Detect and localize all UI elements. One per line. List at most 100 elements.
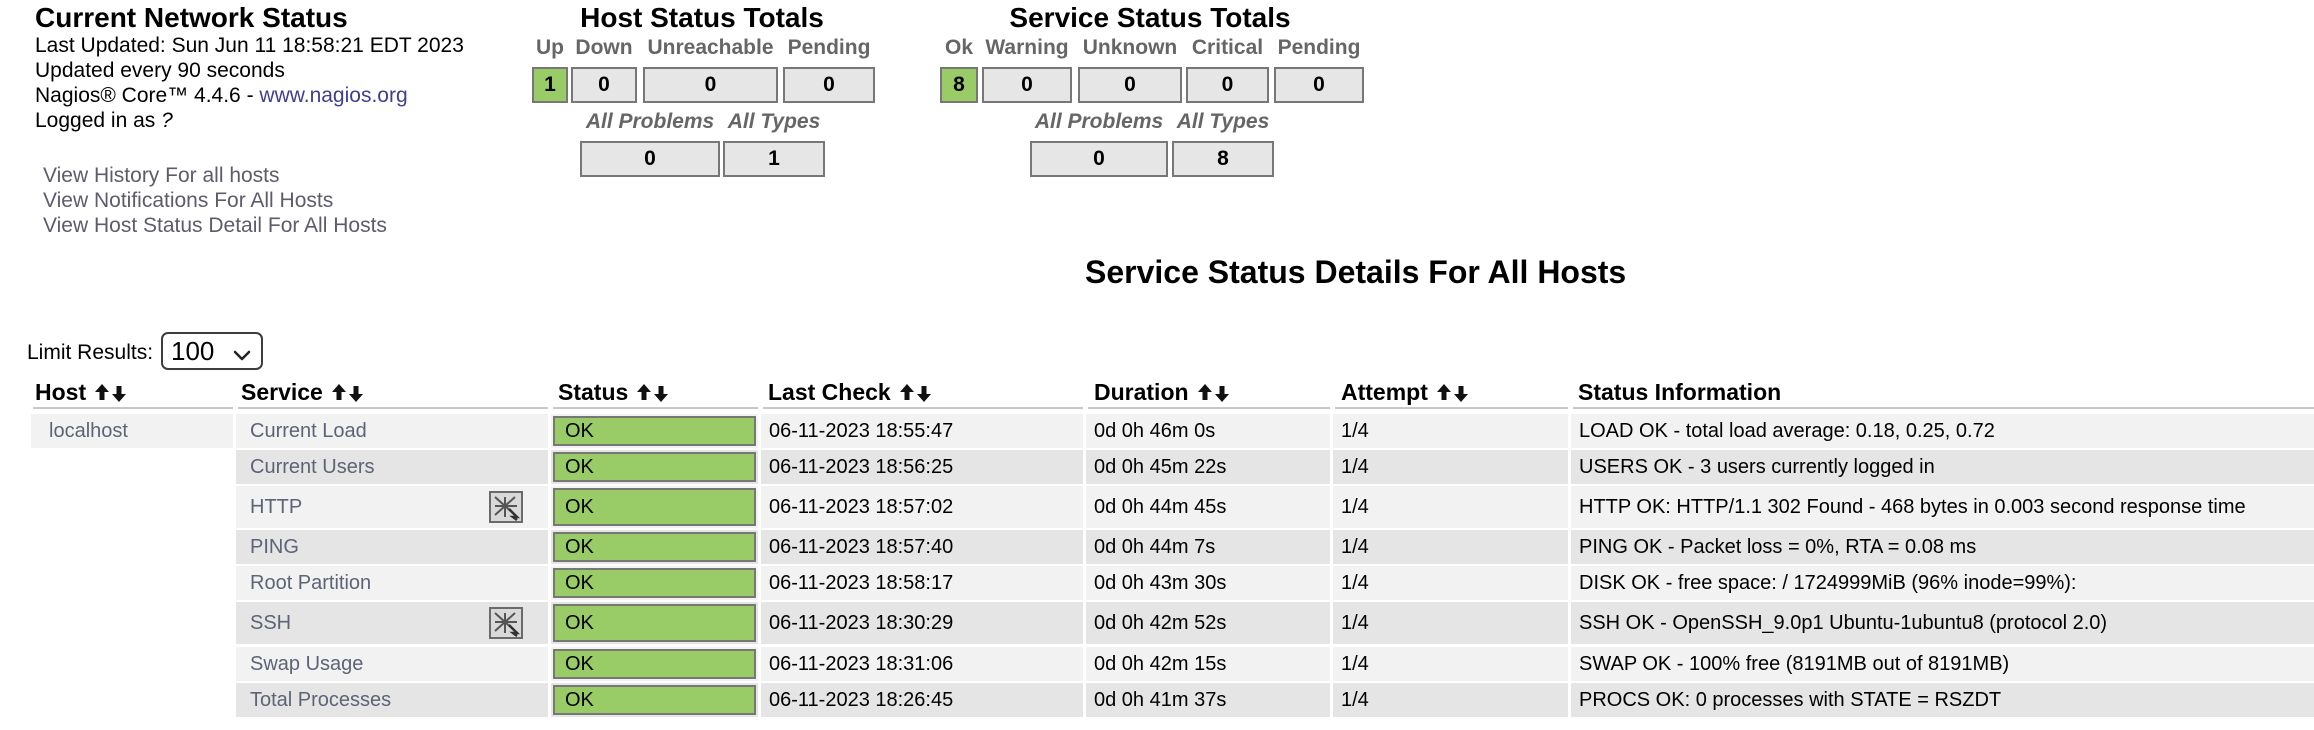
limit-results-select[interactable]: 100: [161, 332, 263, 370]
sort-descending-icon[interactable]: [111, 383, 127, 403]
column-header-service: Service: [241, 379, 364, 406]
service-link[interactable]: Root Partition: [250, 572, 371, 595]
attempt-cell: 1/4: [1333, 486, 1568, 528]
column-header-status: Status: [558, 379, 669, 406]
last-check-cell: 06-11-2023 18:55:47: [761, 414, 1083, 448]
attempt-cell: 1/4: [1333, 683, 1568, 717]
status-sort-controls: [636, 383, 669, 403]
sort-descending-icon[interactable]: [1453, 383, 1469, 403]
sort-ascending-icon[interactable]: [1436, 383, 1452, 403]
service-warning-count[interactable]: 0: [982, 67, 1072, 103]
service-link-icon[interactable]: [489, 491, 523, 523]
last-check-cell: 06-11-2023 18:57:02: [761, 486, 1083, 528]
service-cell: Current Load: [236, 414, 548, 448]
sort-ascending-icon[interactable]: [636, 383, 652, 403]
duration-cell: 0d 0h 43m 30s: [1086, 566, 1330, 600]
last-check-cell: 06-11-2023 18:26:45: [761, 683, 1083, 717]
duration-cell: 0d 0h 45m 22s: [1086, 450, 1330, 484]
duration-cell: 0d 0h 42m 52s: [1086, 602, 1330, 644]
status-badge: OK: [553, 532, 756, 562]
host-link-localhost[interactable]: localhost: [31, 414, 233, 448]
service-ok-count[interactable]: 8: [940, 67, 978, 103]
product-name: Nagios® Core™ 4.4.6 -: [35, 84, 260, 107]
attempt-cell: 1/4: [1333, 647, 1568, 681]
service-link[interactable]: SSH: [250, 612, 291, 635]
sort-descending-icon[interactable]: [348, 383, 364, 403]
status-badge: OK: [553, 452, 756, 482]
service-link[interactable]: HTTP: [250, 496, 302, 519]
status-information-cell: SSH OK - OpenSSH_9.0p1 Ubuntu-1ubuntu8 (…: [1571, 602, 2314, 644]
header-divider: [1573, 407, 2314, 409]
service-link[interactable]: Current Load: [250, 420, 367, 443]
header-divider: [1088, 407, 1330, 409]
sort-descending-icon[interactable]: [1214, 383, 1230, 403]
status-information-cell: DISK OK - free space: / 1724999MiB (96% …: [1571, 566, 2314, 600]
status-information-cell: USERS OK - 3 users currently logged in: [1571, 450, 2314, 484]
service-cell: PING: [236, 530, 548, 564]
service-all-types-header: All Types: [1176, 110, 1270, 133]
sort-ascending-icon[interactable]: [331, 383, 347, 403]
service-pending-header: Pending: [1277, 36, 1361, 59]
host-down-count[interactable]: 0: [571, 67, 637, 103]
duration-sort-controls: [1197, 383, 1230, 403]
sort-descending-icon[interactable]: [916, 383, 932, 403]
service-link-icon[interactable]: [489, 607, 523, 639]
attempt-cell: 1/4: [1333, 450, 1568, 484]
sort-descending-icon[interactable]: [653, 383, 669, 403]
duration-cell: 0d 0h 46m 0s: [1086, 414, 1330, 448]
host-all-problems-header: All Problems: [585, 110, 715, 133]
logged-in: Logged in as ?: [35, 108, 173, 133]
service-all-problems-count[interactable]: 0: [1030, 141, 1168, 177]
attempt-sort-controls: [1436, 383, 1469, 403]
header-divider: [763, 407, 1083, 409]
service-all-types-count[interactable]: 8: [1172, 141, 1274, 177]
column-header-duration: Duration: [1094, 379, 1230, 406]
host-all-types-count[interactable]: 1: [723, 141, 825, 177]
service-unknown-count[interactable]: 0: [1078, 67, 1182, 103]
status-badge: OK: [553, 685, 756, 715]
duration-cell: 0d 0h 42m 15s: [1086, 647, 1330, 681]
attempt-cell: 1/4: [1333, 566, 1568, 600]
host-unreachable-header: Unreachable: [647, 36, 774, 59]
service-link[interactable]: Current Users: [250, 456, 374, 479]
host-pending-count[interactable]: 0: [783, 67, 875, 103]
attempt-cell: 1/4: [1333, 414, 1568, 448]
sort-ascending-icon[interactable]: [899, 383, 915, 403]
last-check-cell: 06-11-2023 18:56:25: [761, 450, 1083, 484]
host-unreachable-count[interactable]: 0: [643, 67, 778, 103]
service-status-totals-title: Service Status Totals: [1009, 2, 1291, 33]
column-header-last-check: Last Check: [768, 379, 932, 406]
status-information-cell: PROCS OK: 0 processes with STATE = RSZDT: [1571, 683, 2314, 717]
view-notifications-link[interactable]: View Notifications For All Hosts: [43, 188, 333, 213]
host-pending-header: Pending: [787, 36, 871, 59]
product-version: Nagios® Core™ 4.4.6 - www.nagios.org: [35, 83, 408, 108]
host-sort-controls: [94, 383, 127, 403]
service-cell: Total Processes: [236, 683, 548, 717]
sort-ascending-icon[interactable]: [1197, 383, 1213, 403]
page-title: Current Network Status: [35, 2, 348, 33]
host-all-problems-count[interactable]: 0: [580, 141, 720, 177]
header-divider: [238, 407, 548, 409]
service-link[interactable]: Total Processes: [250, 689, 391, 712]
duration-cell: 0d 0h 41m 37s: [1086, 683, 1330, 717]
status-information-cell: SWAP OK - 100% free (8191MB out of 8191M…: [1571, 647, 2314, 681]
view-history-link[interactable]: View History For all hosts: [43, 163, 280, 188]
sort-ascending-icon[interactable]: [94, 383, 110, 403]
service-link[interactable]: PING: [250, 536, 299, 559]
service-pending-count[interactable]: 0: [1274, 67, 1364, 103]
host-status-totals-title: Host Status Totals: [580, 2, 824, 33]
status-information-cell: HTTP OK: HTTP/1.1 302 Found - 468 bytes …: [1571, 486, 2314, 528]
service-link[interactable]: Swap Usage: [250, 653, 363, 676]
header-divider: [1335, 407, 1568, 409]
service-critical-count[interactable]: 0: [1186, 67, 1269, 103]
host-up-count[interactable]: 1: [532, 67, 568, 103]
status-information-cell: LOAD OK - total load average: 0.18, 0.25…: [1571, 414, 2314, 448]
nagios-link[interactable]: www.nagios.org: [259, 84, 407, 107]
last-check-sort-controls: [899, 383, 932, 403]
logged-in-user: ?: [161, 109, 173, 132]
column-header-status-information: Status Information: [1578, 379, 1782, 405]
header-divider: [553, 407, 758, 409]
host-up-header: Up: [536, 36, 564, 59]
view-host-status-link[interactable]: View Host Status Detail For All Hosts: [43, 213, 387, 238]
limit-results-label: Limit Results:: [27, 341, 154, 364]
